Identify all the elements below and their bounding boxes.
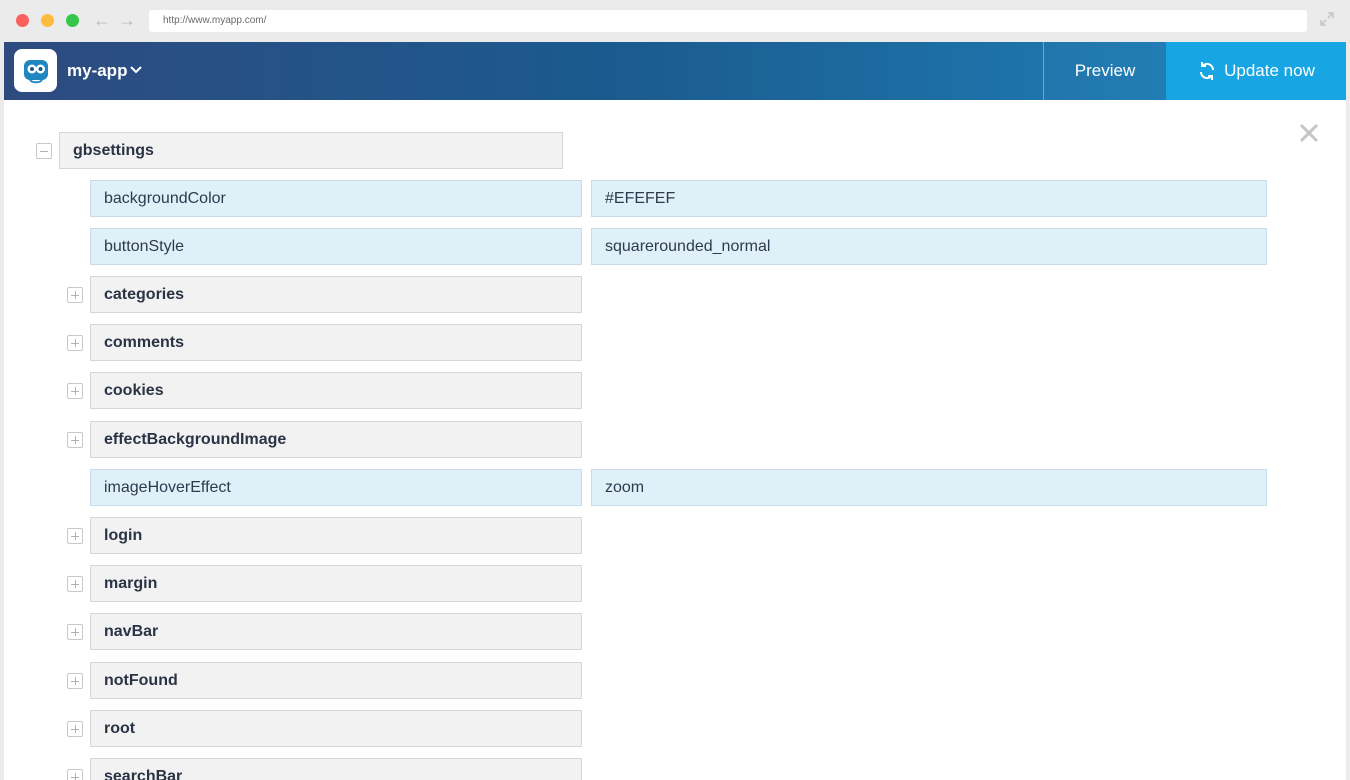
app-name-dropdown[interactable]: my-app — [67, 60, 127, 82]
tree-key-image-hover-effect: imageHoverEffect — [90, 469, 582, 506]
tree-group-login[interactable]: login — [90, 517, 582, 554]
app-logo-icon — [23, 59, 48, 83]
expand-toggle-icon[interactable] — [67, 769, 83, 780]
expand-toggle-icon[interactable] — [67, 335, 83, 351]
tree-group-margin[interactable]: margin — [90, 565, 582, 602]
value-field-background-color[interactable]: #EFEFEF — [591, 180, 1267, 217]
back-arrow-icon[interactable]: ← — [93, 10, 111, 30]
expand-toggle-icon[interactable] — [67, 432, 83, 448]
tree-group-comments[interactable]: comments — [90, 324, 582, 361]
app-logo — [14, 49, 57, 92]
value-field-image-hover-effect[interactable]: zoom — [591, 469, 1267, 506]
browser-chrome: ← → http://www.myapp.com/ — [0, 0, 1350, 42]
collapse-toggle-icon[interactable] — [36, 143, 52, 159]
tree-group-cookies[interactable]: cookies — [90, 372, 582, 409]
tree-group-root[interactable]: root — [90, 710, 582, 747]
update-now-button[interactable]: Update now — [1166, 42, 1346, 100]
tree-group-search-bar[interactable]: searchBar — [90, 758, 582, 780]
app-window: my-app Preview Update now gbsettings bac… — [4, 42, 1346, 780]
expand-toggle-icon[interactable] — [67, 287, 83, 303]
value-field-button-style[interactable]: squarerounded_normal — [591, 228, 1267, 265]
maximize-window-button[interactable] — [66, 14, 79, 27]
expand-toggle-icon[interactable] — [67, 528, 83, 544]
preview-button[interactable]: Preview — [1043, 42, 1166, 100]
app-header: my-app Preview Update now — [4, 42, 1346, 100]
expand-toggle-icon[interactable] — [67, 624, 83, 640]
refresh-icon — [1200, 62, 1215, 80]
expand-toggle-icon[interactable] — [67, 673, 83, 689]
chevron-down-icon[interactable] — [130, 66, 142, 74]
tree-root-key[interactable]: gbsettings — [59, 132, 563, 169]
minimize-window-button[interactable] — [41, 14, 54, 27]
url-bar[interactable]: http://www.myapp.com/ — [149, 10, 1307, 32]
tree-group-nav-bar[interactable]: navBar — [90, 613, 582, 650]
update-now-label: Update now — [1224, 61, 1315, 80]
tree-group-not-found[interactable]: notFound — [90, 662, 582, 699]
close-window-button[interactable] — [16, 14, 29, 27]
forward-arrow-icon[interactable]: → — [118, 10, 136, 30]
expand-toggle-icon[interactable] — [67, 721, 83, 737]
tree-group-effect-background-image[interactable]: effectBackgroundImage — [90, 421, 582, 458]
expand-toggle-icon[interactable] — [67, 383, 83, 399]
tree-group-categories[interactable]: categories — [90, 276, 582, 313]
expand-toggle-icon[interactable] — [67, 576, 83, 592]
fullscreen-icon[interactable] — [1320, 12, 1334, 26]
tree-key-background-color: backgroundColor — [90, 180, 582, 217]
close-icon[interactable] — [1298, 122, 1320, 144]
tree-key-button-style: buttonStyle — [90, 228, 582, 265]
